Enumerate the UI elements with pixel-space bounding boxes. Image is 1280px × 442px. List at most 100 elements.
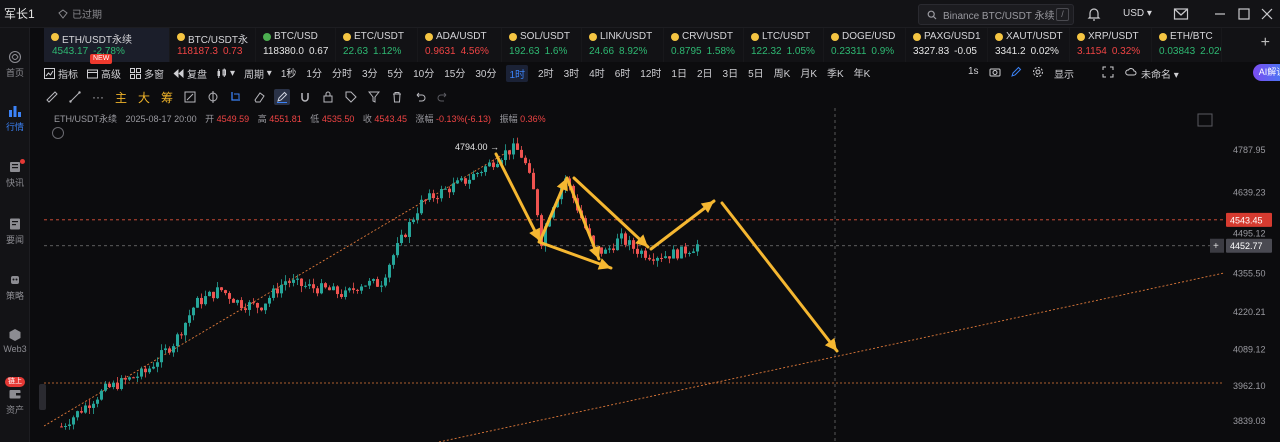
candle-body — [332, 286, 335, 291]
maximize-icon[interactable] — [1236, 6, 1252, 22]
minimize-icon[interactable] — [1212, 6, 1228, 22]
interval-option[interactable]: 季K — [827, 65, 844, 82]
sidebar-collapse-handle[interactable] — [39, 384, 46, 410]
ai-interpret-button[interactable]: AI解读 — [1253, 64, 1280, 81]
ticker-tab[interactable]: BTC/USDT永 118187.3 0.73 — [170, 28, 256, 62]
user-name[interactable]: 军长1 — [4, 5, 52, 22]
candlestick-chart[interactable]: 4787.95 4639.23 4495.12 4355.50 4220.21 4089.… — [44, 108, 1280, 442]
interval-option[interactable]: 2时 — [538, 65, 554, 82]
ticker-tab[interactable]: PAXG/USD1 3327.83 -0.05 — [906, 28, 988, 62]
close-icon[interactable] — [1259, 6, 1275, 22]
undo-icon[interactable] — [412, 89, 428, 105]
candle-body — [80, 411, 83, 413]
crosshair-tool-icon[interactable] — [205, 89, 221, 105]
ticker-tab[interactable]: LTC/USDT 122.32 1.05% — [744, 28, 824, 62]
candle-body — [532, 172, 535, 190]
ticker-tab[interactable]: LINK/USDT 24.66 8.92% — [582, 28, 664, 62]
interval-option[interactable]: 3时 — [564, 65, 580, 82]
interval-option[interactable]: 12时 — [640, 65, 661, 82]
ticker-tab[interactable]: XAUT/USDT 3341.2 0.02% — [988, 28, 1070, 62]
period-select[interactable]: 周期 ▾ — [244, 66, 272, 81]
nav-item-headlines[interactable]: 要闻 — [0, 217, 30, 246]
interval-option[interactable]: 10分 — [413, 65, 434, 82]
layout-name-select[interactable]: 未命名 ▾ — [1141, 66, 1179, 81]
interval-option[interactable]: 2日 — [697, 65, 713, 82]
cloud-icon[interactable] — [1125, 66, 1137, 78]
draw-pen-icon[interactable] — [274, 89, 290, 105]
interval-option[interactable]: 6时 — [615, 65, 631, 82]
more-tools-icon[interactable]: ··· — [90, 89, 106, 105]
membership-status[interactable]: 已过期 — [58, 6, 102, 21]
tag-icon[interactable] — [343, 89, 359, 105]
ticker-tab[interactable]: CRV/USDT 0.8795 1.58% — [664, 28, 744, 62]
main-force-button[interactable]: 主 — [113, 89, 129, 105]
candle-body — [320, 283, 323, 294]
display-menu[interactable]: 显示 — [1054, 66, 1074, 81]
interval-option[interactable]: 月K — [800, 65, 817, 82]
nav-item-home[interactable]: 首页 — [0, 50, 30, 79]
interval-option[interactable]: 3日 — [723, 65, 739, 82]
ticker-tab[interactable]: ETH/BTC 0.03843 2.02% — [1152, 28, 1222, 62]
replay-button[interactable]: 复盘 — [173, 66, 207, 81]
large-order-button[interactable]: 大 — [136, 89, 152, 105]
eraser-icon[interactable] — [251, 89, 267, 105]
add-tab-icon[interactable]: + — [1261, 34, 1270, 52]
select-tool-icon[interactable] — [228, 89, 244, 105]
ruler-icon[interactable] — [44, 89, 60, 105]
multi-window-button[interactable]: 多窗 — [130, 66, 164, 81]
lock-icon[interactable] — [320, 89, 336, 105]
ticker-quote: 3341.2 0.02% — [995, 46, 1064, 57]
interval-option[interactable]: 年K — [854, 65, 871, 82]
legend-collapse-icon[interactable] — [52, 127, 64, 139]
interval-option[interactable]: 5日 — [748, 65, 764, 82]
mail-icon[interactable] — [1173, 6, 1189, 22]
candle-body — [428, 193, 431, 200]
ticker-tab[interactable]: ADA/USDT 0.9631 4.56% — [418, 28, 502, 62]
currency-select[interactable]: USD ▾ — [1123, 8, 1152, 19]
edit-chart-icon[interactable] — [182, 89, 198, 105]
nav-item-news-flash[interactable]: 快讯 — [0, 159, 30, 189]
interval-option[interactable]: 分时 — [332, 65, 352, 82]
headlines-icon — [10, 218, 20, 230]
coin-icon — [1159, 33, 1167, 41]
nav-item-wallet[interactable]: 链上 资产 — [0, 377, 30, 416]
ticker-tab[interactable]: DOGE/USD 0.23311 0.9% — [824, 28, 906, 62]
interval-option[interactable]: 1日 — [671, 65, 687, 82]
nav-item-strategy[interactable]: 策略 — [0, 273, 30, 302]
chart-fullscreen-icon[interactable] — [1197, 113, 1213, 127]
nav-item-web3[interactable]: Web3 — [0, 328, 30, 354]
chart-type-button[interactable]: ▾ — [216, 68, 235, 79]
interval-option[interactable]: 5分 — [388, 65, 404, 82]
interval-option[interactable]: 4时 — [589, 65, 605, 82]
search-input[interactable]: Binance BTC/USDT 永续 / — [918, 4, 1074, 25]
ticker-price: 0.9631 — [425, 46, 456, 57]
interval-option[interactable]: 1秒 — [281, 65, 297, 82]
pen-icon[interactable] — [1010, 66, 1022, 78]
interval-option[interactable]: 15分 — [444, 65, 465, 82]
ticker-tab[interactable]: SOL/USDT 192.63 1.6% — [502, 28, 582, 62]
indicator-button[interactable]: 指标 — [44, 66, 78, 81]
interval-option[interactable]: 30分 — [475, 65, 496, 82]
advanced-label: 高级 — [101, 69, 121, 81]
expand-icon[interactable] — [1102, 66, 1114, 78]
filter-icon[interactable] — [366, 89, 382, 105]
interval-option[interactable]: 1时 — [506, 64, 529, 82]
ticker-tab[interactable]: BTC/USD 118380.0 0.67 — [256, 28, 336, 62]
redo-icon[interactable] — [435, 89, 451, 105]
bell-icon[interactable] — [1086, 6, 1102, 22]
trash-icon[interactable] — [389, 89, 405, 105]
chip-distribution-button[interactable]: 筹 — [159, 89, 175, 105]
nav-item-market[interactable]: 行情 — [0, 104, 30, 133]
advanced-button[interactable]: 高级 — [87, 66, 121, 81]
interval-option[interactable]: 3分 — [362, 65, 378, 82]
magnet-icon[interactable] — [297, 89, 313, 105]
settings-icon[interactable] — [1032, 66, 1044, 78]
interval-option[interactable]: 1分 — [306, 65, 322, 82]
trend-line-icon[interactable] — [67, 89, 83, 105]
multi-window-label: 多窗 — [144, 69, 164, 81]
replay-speed[interactable]: 1s — [968, 66, 979, 77]
camera-icon[interactable] — [989, 66, 1001, 78]
interval-option[interactable]: 周K — [774, 65, 791, 82]
ticker-tab[interactable]: XRP/USDT 3.1154 0.32% — [1070, 28, 1152, 62]
ticker-tab[interactable]: ETC/USDT 22.63 1.12% — [336, 28, 418, 62]
